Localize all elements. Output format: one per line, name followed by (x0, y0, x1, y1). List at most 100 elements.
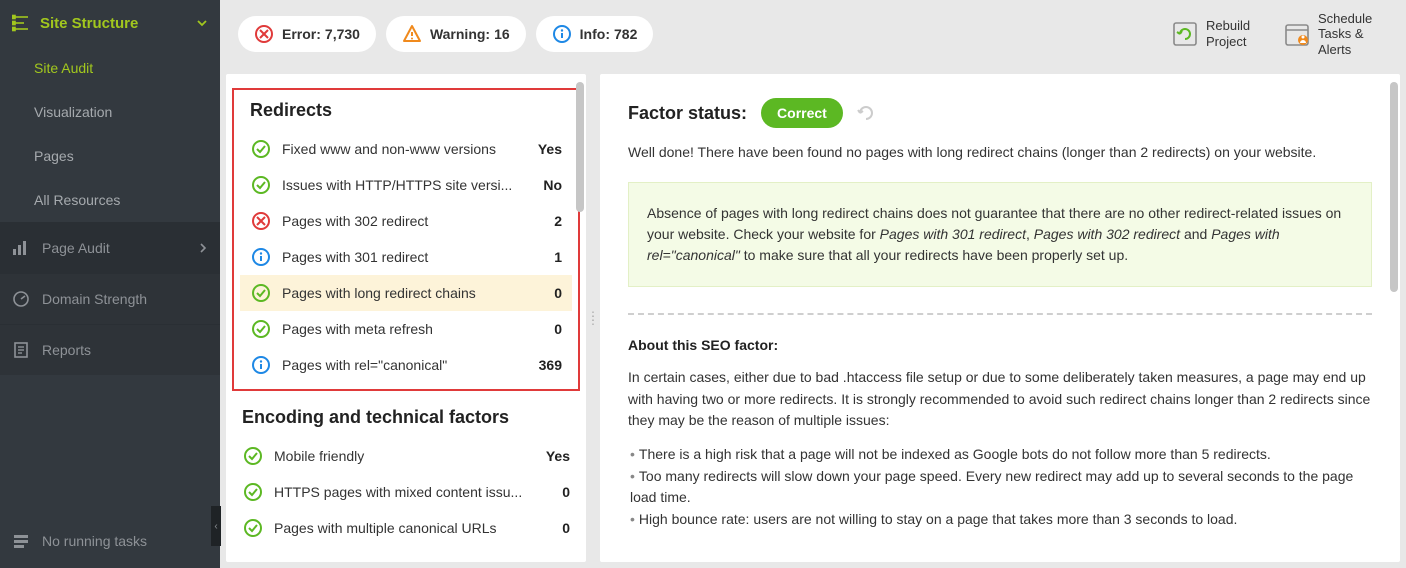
calendar-icon (1284, 21, 1310, 47)
sidebar-item-pages[interactable]: Pages (0, 134, 220, 178)
about-body: In certain cases, either due to bad .hta… (628, 367, 1372, 531)
sidebar-section-domain-strength[interactable]: Domain Strength (0, 273, 220, 324)
sidebar-item-label: Pages (34, 148, 74, 164)
topbar: Error: 7,730 Warning: 16 Info: 782 Rebui… (220, 0, 1406, 68)
factor-label: Pages with 302 redirect (282, 213, 546, 229)
error-icon (250, 211, 272, 231)
about-paragraph: In certain cases, either due to bad .hta… (628, 367, 1372, 432)
info-icon (552, 24, 572, 44)
factor-label: Pages with meta refresh (282, 321, 546, 337)
about-bullet: High bounce rate: users are not willing … (628, 509, 1372, 531)
factor-value: 0 (554, 285, 562, 301)
factor-row[interactable]: Issues with HTTP/HTTPS site versi... No (240, 167, 572, 203)
factor-row[interactable]: Pages with multiple canonical URLs 0 (232, 510, 580, 546)
sidebar-section-label: Reports (42, 342, 91, 358)
divider-dots-icon: ⋮⋮ (587, 314, 599, 322)
factor-row[interactable]: Pages with 301 redirect 1 (240, 239, 572, 275)
note-text-post: to make sure that all your redirects hav… (740, 247, 1128, 263)
note-text-mid2: and (1180, 226, 1211, 242)
about-bullet: There is a high risk that a page will no… (628, 444, 1372, 466)
sidebar-section-page-audit[interactable]: Page Audit (0, 222, 220, 273)
ok-icon (242, 446, 264, 466)
pill-error[interactable]: Error: 7,730 (238, 16, 376, 52)
rebuild-project-label: Rebuild Project (1206, 18, 1266, 49)
chevron-down-icon (196, 17, 208, 29)
document-icon (12, 341, 30, 359)
warning-icon (402, 24, 422, 44)
factor-row[interactable]: Pages with long redirect chains 0 (240, 275, 572, 311)
factor-row[interactable]: Pages with 302 redirect 2 (240, 203, 572, 239)
factor-value: 0 (562, 484, 570, 500)
factor-row[interactable]: Fixed www and non-www versionsYes (240, 131, 572, 167)
sidebar-running-label: No running tasks (42, 533, 147, 549)
refresh-icon[interactable] (857, 104, 875, 122)
sidebar-running-tasks[interactable]: No running tasks (0, 514, 220, 568)
chevron-left-icon: ‹ (214, 521, 217, 532)
ok-icon (250, 319, 272, 339)
section-title-encoding: Encoding and technical factors (226, 403, 586, 438)
factor-label: Issues with HTTP/HTTPS site versi... (282, 177, 535, 193)
factor-value: 1 (554, 249, 562, 265)
note-box: Absence of pages with long redirect chai… (628, 182, 1372, 287)
note-text-mid1: , (1026, 226, 1034, 242)
factor-list-panel: Redirects Fixed www and non-www versions… (226, 74, 586, 562)
status-badge: Correct (761, 98, 843, 128)
main-area: Redirects Fixed www and non-www versions… (220, 68, 1406, 568)
rebuild-project-button[interactable]: Rebuild Project (1172, 18, 1266, 49)
factor-value: 0 (554, 321, 562, 337)
factor-value: 369 (539, 357, 562, 373)
factor-label: Pages with 301 redirect (282, 249, 546, 265)
structure-icon (12, 14, 30, 32)
sidebar-header-site-structure[interactable]: Site Structure (0, 0, 220, 46)
factor-label: Pages with rel="canonical" (282, 357, 531, 373)
note-em-1: Pages with 301 redirect (880, 226, 1026, 242)
note-em-2: Pages with 302 redirect (1034, 226, 1180, 242)
sidebar: Site Structure Site Audit Visualization … (0, 0, 220, 568)
factor-row[interactable]: Mobile friendlyYes (232, 438, 580, 474)
pill-warning-value: 16 (494, 26, 510, 42)
schedule-tasks-button[interactable]: Schedule Tasks & Alerts (1284, 11, 1388, 58)
sidebar-item-label: Site Audit (34, 60, 93, 76)
factor-status-label: Factor status: (628, 103, 747, 124)
detail-scrollbar[interactable] (1390, 82, 1398, 292)
factor-label: HTTPS pages with mixed content issu... (274, 484, 554, 500)
ok-icon (250, 139, 272, 159)
ok-icon (242, 482, 264, 502)
sidebar-item-visualization[interactable]: Visualization (0, 90, 220, 134)
sidebar-item-label: Visualization (34, 104, 112, 120)
sidebar-header-label: Site Structure (40, 15, 138, 32)
factor-value: 0 (562, 520, 570, 536)
sidebar-item-site-audit[interactable]: Site Audit (0, 46, 220, 90)
dashed-separator (628, 313, 1372, 315)
chevron-right-icon (198, 243, 208, 253)
pill-info[interactable]: Info: 782 (536, 16, 654, 52)
pill-info-label: Info: (580, 26, 610, 42)
sidebar-section-label: Page Audit (42, 240, 110, 256)
factor-row[interactable]: Pages with meta refresh 0 (240, 311, 572, 347)
rebuild-icon (1172, 21, 1198, 47)
sidebar-section-label: Domain Strength (42, 291, 147, 307)
ok-icon (250, 283, 272, 303)
factor-label: Pages with multiple canonical URLs (274, 520, 554, 536)
ok-icon (250, 175, 272, 195)
factor-value: 2 (554, 213, 562, 229)
factor-value: Yes (546, 448, 570, 464)
factor-detail-panel: Factor status: Correct Well done! There … (600, 74, 1400, 562)
about-title: About this SEO factor: (628, 337, 1372, 353)
list-scrollbar[interactable] (576, 82, 584, 212)
pill-error-value: 7,730 (325, 26, 360, 42)
sidebar-item-all-resources[interactable]: All Resources (0, 178, 220, 222)
sidebar-section-reports[interactable]: Reports (0, 324, 220, 375)
pill-error-label: Error: (282, 26, 321, 42)
pill-warning[interactable]: Warning: 16 (386, 16, 526, 52)
factor-value: No (543, 177, 562, 193)
factor-row[interactable]: HTTPS pages with mixed content issu... 0 (232, 474, 580, 510)
pill-info-value: 782 (614, 26, 637, 42)
bar-chart-icon (12, 239, 30, 257)
about-bullet: Too many redirects will slow down your p… (628, 466, 1372, 509)
factor-row[interactable]: Pages with rel="canonical" 369 (240, 347, 572, 383)
info-icon (250, 247, 272, 267)
factor-label: Pages with long redirect chains (282, 285, 546, 301)
panel-divider[interactable]: ⋮⋮ (586, 68, 600, 568)
gauge-icon (12, 290, 30, 308)
